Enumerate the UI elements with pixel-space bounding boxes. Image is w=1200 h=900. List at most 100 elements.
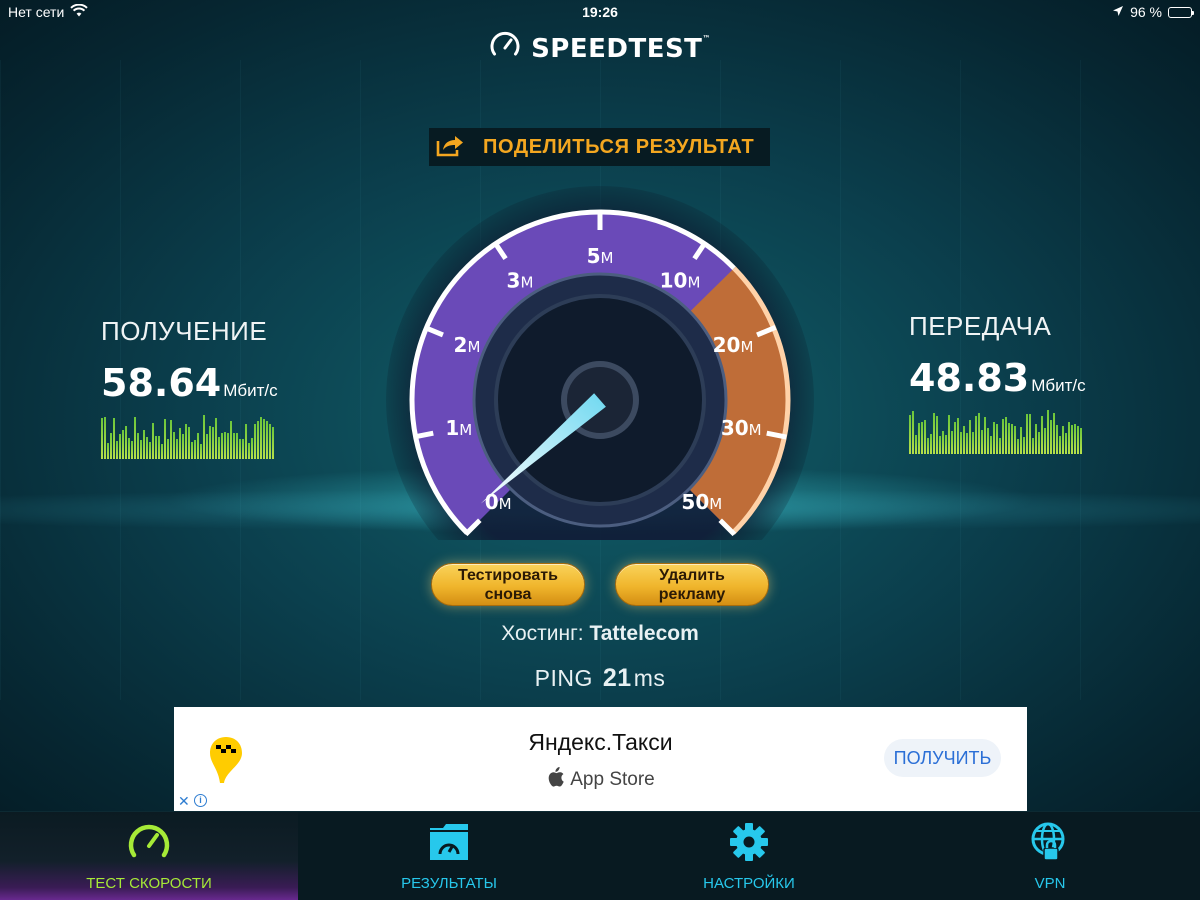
ad-get-button[interactable]: ПОЛУЧИТЬ [884, 739, 1001, 777]
sparkline-bar [158, 436, 160, 459]
app-brand: SPEEDTEST™ [0, 30, 1200, 67]
sparkline-bar [245, 424, 247, 459]
sparkline-bar [960, 431, 962, 454]
sparkline-bar [1080, 427, 1082, 454]
apple-icon [546, 767, 564, 793]
globe-lock-icon [1030, 822, 1070, 867]
sparkline-bar [939, 436, 941, 454]
sparkline-bar [227, 433, 229, 459]
ad-info-icon[interactable]: i [194, 794, 207, 807]
folder-gauge-icon [428, 822, 470, 867]
sparkline-bar [996, 424, 998, 454]
sparkline-bar [954, 422, 956, 454]
sparkline-bar [1056, 424, 1058, 454]
sparkline-bar [1059, 436, 1061, 454]
brand-name: SPEEDTEST™ [531, 34, 711, 64]
speedometer-logo-icon [489, 30, 521, 67]
sparkline-bar [1014, 425, 1016, 454]
speed-gauge: 0M1M2M3M5M10M20M30M50M [386, 186, 814, 540]
sparkline-bar [927, 438, 929, 454]
sparkline-bar [176, 439, 178, 459]
sparkline-bar [152, 423, 154, 459]
retest-button[interactable]: Тестировать снова [431, 563, 585, 606]
sparkline-bar [915, 435, 917, 454]
sparkline-bar [1032, 437, 1034, 454]
sparkline-bar [972, 432, 974, 454]
sparkline-bar [107, 442, 109, 459]
upload-number: 48.83 [909, 356, 1030, 400]
sparkline-bar [236, 433, 238, 459]
sparkline-bar [119, 433, 121, 459]
tab-speed-test-label: ТЕСТ СКОРОСТИ [86, 875, 212, 892]
remove-ads-button[interactable]: Удалить рекламу [615, 563, 769, 606]
sparkline-bar [993, 421, 995, 454]
sparkline-bar [975, 416, 977, 454]
sparkline-bar [263, 418, 265, 459]
sparkline-bar [990, 435, 992, 454]
sparkline-bar [987, 428, 989, 454]
sparkline-bar [224, 431, 226, 459]
tab-results[interactable]: РЕЗУЛЬТАТЫ [300, 812, 598, 900]
sparkline-bar [909, 414, 911, 454]
share-result-button[interactable]: ПОДЕЛИТЬСЯ РЕЗУЛЬТАТ [429, 128, 770, 166]
sparkline-bar [272, 427, 274, 459]
sparkline-bar [260, 417, 262, 459]
sparkline-bar [191, 442, 193, 459]
sparkline-bar [930, 434, 932, 454]
sparkline-bar [254, 423, 256, 459]
share-label: ПОДЕЛИТЬСЯ РЕЗУЛЬТАТ [483, 135, 755, 158]
sparkline-bar [266, 420, 268, 459]
sparkline-bar [122, 430, 124, 459]
sparkline-bar [197, 433, 199, 459]
sparkline-bar [143, 430, 145, 459]
sparkline-bar [1023, 436, 1025, 454]
sparkline-bar [194, 439, 196, 459]
sparkline-bar [1074, 423, 1076, 454]
sparkline-bar [167, 439, 169, 459]
sparkline-bar [1026, 413, 1028, 454]
sparkline-bar [981, 429, 983, 454]
download-sparkline [101, 415, 278, 459]
sparkline-bar [230, 421, 232, 459]
sparkline-bar [146, 436, 148, 459]
sparkline-bar [242, 439, 244, 459]
sparkline-bar [128, 438, 130, 459]
sparkline-bar [116, 440, 118, 459]
sparkline-bar [104, 417, 106, 459]
ping-label: PING [534, 665, 593, 691]
sparkline-bar [173, 432, 175, 459]
share-icon [435, 133, 465, 162]
sparkline-bar [161, 444, 163, 459]
sparkline-bar [1008, 422, 1010, 454]
sparkline-bar [948, 414, 950, 454]
hosting-value: Tattelecom [589, 622, 699, 645]
sparkline-bar [921, 421, 923, 454]
ad-banner[interactable]: Яндекс.Такси App Store ПОЛУЧИТЬ ✕ i [174, 707, 1027, 811]
status-bar: Нет сети 19:26 96 % [0, 0, 1200, 24]
download-number: 58.64 [101, 361, 222, 405]
sparkline-bar [1047, 410, 1049, 454]
gear-icon [729, 822, 769, 867]
sparkline-bar [1005, 417, 1007, 454]
ad-close-icon[interactable]: ✕ [178, 793, 190, 810]
sparkline-bar [239, 438, 241, 459]
sparkline-bar [1038, 432, 1040, 454]
sparkline-bar [963, 425, 965, 454]
sparkline-bar [1065, 433, 1067, 454]
battery-percent: 96 % [1130, 4, 1162, 20]
tab-vpn[interactable]: VPN [900, 812, 1200, 900]
download-stat: ПОЛУЧЕНИЕ 58.64 Мбит/с [101, 316, 278, 459]
sparkline-bar [957, 417, 959, 454]
battery-icon [1168, 6, 1194, 18]
tab-speed-test[interactable]: ТЕСТ СКОРОСТИ [0, 812, 298, 900]
sparkline-bar [1029, 413, 1031, 454]
sparkline-bar [1050, 420, 1052, 454]
sparkline-bar [1035, 424, 1037, 454]
sparkline-bar [1002, 418, 1004, 454]
sparkline-bar [137, 433, 139, 459]
sparkline-bar [978, 412, 980, 454]
status-right: 96 % [1112, 4, 1194, 20]
upload-label: ПЕРЕДАЧА [909, 311, 1052, 341]
tab-settings[interactable]: НАСТРОЙКИ [600, 812, 898, 900]
sparkline-bar [203, 415, 205, 459]
